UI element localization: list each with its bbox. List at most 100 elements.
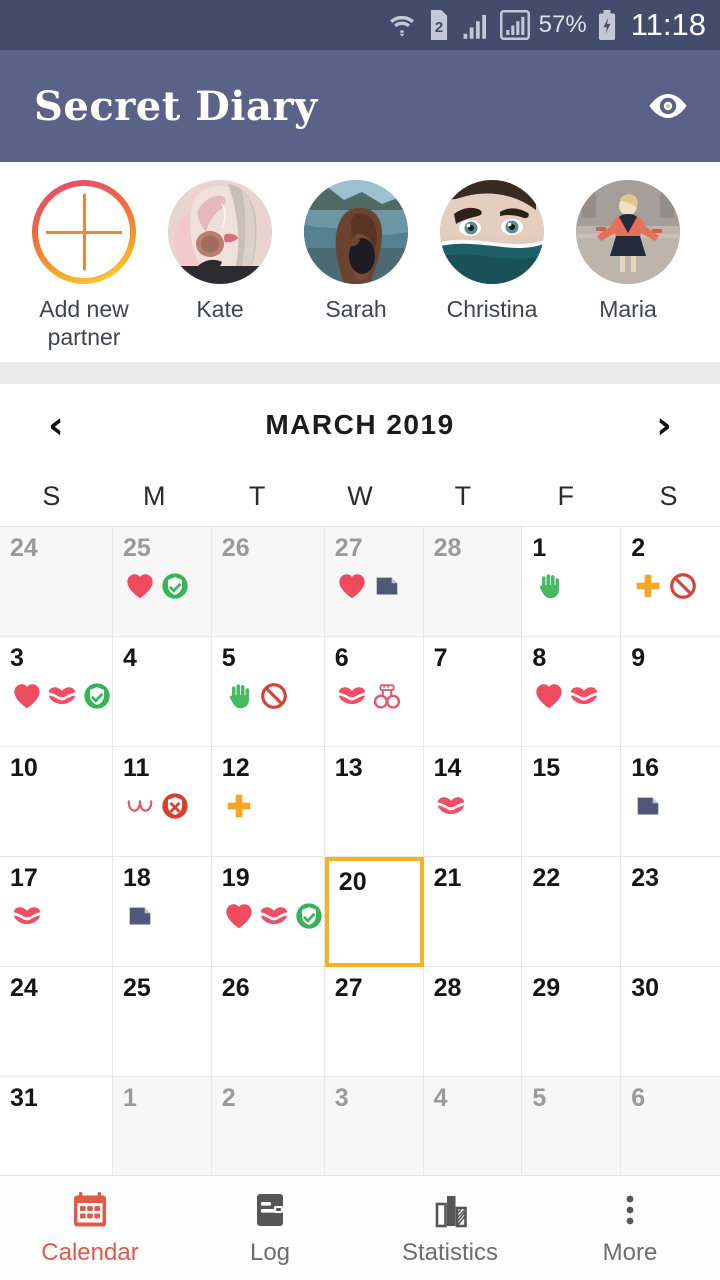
- partner-maria[interactable]: Maria: [560, 180, 696, 323]
- calendar-day[interactable]: 23: [621, 857, 720, 967]
- calendar-day[interactable]: 25: [113, 527, 212, 637]
- day-number: 22: [532, 864, 561, 892]
- tab-statistics[interactable]: Statistics: [360, 1176, 540, 1280]
- day-number: 25: [123, 534, 151, 562]
- calendar-day[interactable]: 3: [324, 1077, 424, 1187]
- partner-name: Christina: [446, 296, 538, 322]
- calendar-day[interactable]: 27: [324, 527, 424, 637]
- calendar-day[interactable]: 15: [522, 747, 622, 857]
- day-number: 24: [10, 974, 38, 1002]
- calendar-day[interactable]: 1: [113, 1077, 212, 1187]
- tab-more[interactable]: More: [540, 1176, 720, 1280]
- partner-sarah[interactable]: Sarah: [288, 180, 424, 323]
- day-number: 26: [221, 974, 250, 1002]
- tab-label: Log: [249, 1239, 291, 1266]
- battery-charging-icon: [596, 10, 618, 40]
- day-number: 8: [532, 644, 547, 672]
- day-number: 2: [221, 1084, 236, 1112]
- chevron-right-icon[interactable]: ›: [644, 406, 684, 444]
- calendar-day[interactable]: 10: [0, 747, 113, 857]
- calendar-icon: [70, 1189, 110, 1231]
- calendar-day[interactable]: 16: [621, 747, 720, 857]
- calendar-day[interactable]: 3: [0, 637, 113, 747]
- day-of-week-2: T: [248, 480, 266, 511]
- calendar-day[interactable]: 11: [113, 747, 212, 857]
- calendar-day[interactable]: 6: [324, 637, 424, 747]
- calendar-day[interactable]: 7: [423, 637, 523, 747]
- calendar-day[interactable]: 29: [522, 967, 622, 1077]
- status-bar: 2 57% 11:18: [0, 0, 720, 50]
- tab-log[interactable]: Log: [180, 1176, 360, 1280]
- partner-christina[interactable]: Christina: [424, 180, 560, 323]
- plus-icon: [32, 180, 136, 284]
- day-number: 28: [433, 534, 462, 562]
- no-condom-icon: [160, 791, 190, 821]
- calendar-day[interactable]: 18: [113, 857, 212, 967]
- calendar-day[interactable]: 14: [423, 747, 523, 857]
- note-icon: [372, 571, 402, 601]
- partner-name: Kate: [196, 296, 244, 322]
- lips-icon: [47, 681, 77, 711]
- day-number: 2: [631, 534, 646, 562]
- add-new-partner-button[interactable]: Add new partner: [16, 180, 152, 351]
- lips-icon: [337, 681, 367, 711]
- partner-kate[interactable]: Kate: [152, 180, 288, 323]
- calendar-day[interactable]: 5: [211, 637, 325, 747]
- tab-label: Calendar: [41, 1239, 139, 1266]
- calendar-day[interactable]: 28: [423, 527, 523, 637]
- calendar-day[interactable]: 6: [621, 1077, 720, 1187]
- calendar-day[interactable]: 2: [621, 527, 720, 637]
- calendar-day[interactable]: 26: [211, 527, 325, 637]
- calendar-day[interactable]: 31: [0, 1077, 113, 1187]
- day-number: 30: [631, 974, 659, 1002]
- calendar-day[interactable]: 17: [0, 857, 113, 967]
- forbidden-icon: [259, 681, 289, 711]
- day-number: 11: [123, 754, 150, 782]
- calendar-day[interactable]: 2: [211, 1077, 325, 1187]
- calendar-day[interactable]: 5: [522, 1077, 622, 1187]
- calendar-day[interactable]: 19: [211, 857, 325, 967]
- calendar-day[interactable]: 24: [0, 967, 113, 1077]
- calendar-day[interactable]: 30: [621, 967, 720, 1077]
- eye-icon[interactable]: [644, 82, 692, 130]
- calendar-day[interactable]: 22: [522, 857, 622, 967]
- calendar-day[interactable]: 1: [522, 527, 622, 637]
- calendar-day[interactable]: 4: [113, 637, 212, 747]
- forbidden-icon: [668, 571, 698, 601]
- day-number: 27: [334, 534, 363, 562]
- day-number: 17: [10, 864, 38, 892]
- calendar-day[interactable]: 27: [324, 967, 424, 1077]
- lips-icon: [259, 901, 289, 931]
- day-number: 20: [338, 868, 367, 896]
- wifi-icon: [387, 10, 417, 40]
- day-number: 5: [221, 644, 236, 672]
- calendar-day[interactable]: 25: [113, 967, 212, 1077]
- bottom-navigation: Calendar Log Statistics More: [0, 1175, 720, 1280]
- day-of-week-1: M: [143, 480, 166, 511]
- calendar-day[interactable]: 13: [324, 747, 424, 857]
- pill-icon: [224, 791, 254, 821]
- day-icons: [224, 681, 324, 711]
- calendar-day[interactable]: 4: [423, 1077, 523, 1187]
- calendar-day[interactable]: 21: [423, 857, 523, 967]
- status-bar-clock: 11:18: [630, 7, 706, 42]
- calendar-day[interactable]: 8: [522, 637, 622, 747]
- day-of-week-5: F: [557, 480, 574, 511]
- calendar-day[interactable]: 26: [211, 967, 325, 1077]
- calendar-day[interactable]: 9: [621, 637, 720, 747]
- calendar-day[interactable]: 24: [0, 527, 113, 637]
- day-number: 28: [433, 974, 462, 1002]
- day-number: 14: [433, 754, 462, 782]
- day-icons: [534, 681, 620, 711]
- calendar-day[interactable]: 28: [423, 967, 523, 1077]
- calendar-month-label: MARCH 2019: [265, 409, 455, 440]
- day-number: 13: [334, 754, 363, 782]
- chevron-left-icon[interactable]: ‹: [36, 406, 76, 444]
- day-of-week-4: T: [454, 480, 472, 511]
- calendar-day-selected[interactable]: 20: [324, 857, 424, 967]
- day-number: 26: [221, 534, 250, 562]
- lips-icon: [12, 901, 42, 931]
- calendar-day[interactable]: 12: [211, 747, 325, 857]
- tab-calendar[interactable]: Calendar: [0, 1176, 180, 1280]
- tab-label: More: [602, 1239, 658, 1266]
